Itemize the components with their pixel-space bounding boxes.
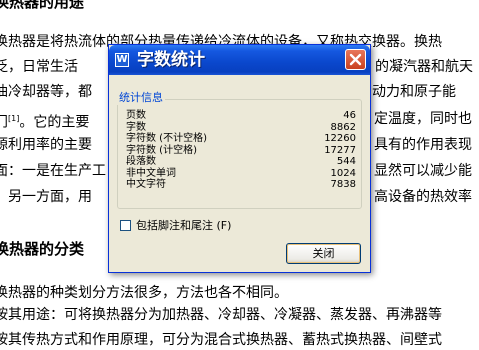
stat-label: 非中文单词 bbox=[126, 167, 176, 179]
stat-value: 7838 bbox=[330, 179, 356, 190]
close-button[interactable]: 关闭 bbox=[286, 243, 361, 264]
word-icon: W bbox=[115, 53, 129, 67]
doc-line: ；另一方面，用 bbox=[0, 189, 92, 205]
stat-value: 544 bbox=[336, 156, 356, 167]
doc-line: 油冷却器等，都 bbox=[0, 84, 92, 100]
stat-value: 46 bbox=[343, 110, 356, 121]
doc-line: 门[1]。它的主要 bbox=[0, 109, 89, 133]
group-label: 统计信息 bbox=[117, 91, 165, 105]
doc-line: 按其用途：可将换热器分为加热器、冷却器、冷凝器、蒸发器、再沸器等 bbox=[0, 307, 442, 323]
stat-row-chinese-chars: 中文字符 7838 bbox=[126, 179, 356, 191]
stat-value: 12260 bbox=[324, 133, 356, 144]
stat-label: 中文字符 bbox=[126, 179, 166, 190]
doc-line: 动力和原子能 bbox=[372, 84, 456, 100]
doc-line: 显然可以减少能 bbox=[374, 163, 472, 179]
doc-text: 门 bbox=[0, 114, 8, 131]
doc-line: 按其传热方式和作用原理，可分为混合式换热器、蓄热式换热器、间壁式 bbox=[0, 332, 442, 348]
stat-row-paragraphs: 段落数 544 bbox=[126, 156, 356, 168]
doc-line: 泛，日常生活 bbox=[0, 59, 78, 75]
doc-line: 换热器的种类划分方法很多，方法也各不相同。 bbox=[0, 285, 288, 301]
doc-line: 具有的作用表现 bbox=[374, 137, 472, 153]
doc-heading-usage: 换热器的用途 bbox=[0, 0, 85, 11]
dialog-title: 字数统计 bbox=[137, 50, 205, 70]
stat-value: 1024 bbox=[330, 167, 356, 179]
stat-row-non-chinese-words: 非中文单词 1024 bbox=[126, 168, 356, 180]
title-close-button[interactable] bbox=[345, 49, 366, 70]
stat-label: 段落数 bbox=[126, 156, 156, 167]
footnote-ref[interactable]: [1] bbox=[8, 114, 19, 123]
stat-value: 8862 bbox=[330, 121, 356, 133]
doc-line: 源利用率的主要 bbox=[0, 137, 92, 153]
doc-line: 的凝汽器和航天 bbox=[375, 59, 473, 75]
stats-list: 页数 46 字数 8862 字符数 (不计空格) 12260 字符数 (计空格)… bbox=[126, 110, 356, 191]
doc-line: 定温度，同时也 bbox=[374, 111, 472, 127]
stat-label: 字符数 (计空格) bbox=[126, 144, 197, 156]
stat-label: 页数 bbox=[126, 110, 146, 121]
doc-heading-classification: 换热器的分类 bbox=[0, 240, 85, 258]
doc-line: 面：一是在生产工 bbox=[0, 163, 106, 179]
stat-value: 17277 bbox=[324, 144, 356, 156]
close-icon bbox=[349, 53, 362, 66]
include-footnotes-checkbox[interactable] bbox=[120, 220, 131, 231]
include-footnotes-label[interactable]: 包括脚注和尾注 (F) bbox=[136, 219, 231, 232]
doc-text: 。它的主要 bbox=[19, 114, 90, 131]
dialog-titlebar[interactable]: W 字数统计 bbox=[109, 45, 370, 75]
stat-label: 字符数 (不计空格) bbox=[126, 133, 207, 144]
stat-row-chars-no-spaces: 字符数 (不计空格) 12260 bbox=[126, 133, 356, 145]
doc-line: 高设备的热效率 bbox=[374, 189, 472, 205]
word-count-dialog: W 字数统计 统计信息 页数 46 字数 8862 字符数 (不计空格) 122… bbox=[108, 44, 371, 273]
stat-row-pages: 页数 46 bbox=[126, 110, 356, 122]
stat-row-chars-with-spaces: 字符数 (计空格) 17277 bbox=[126, 145, 356, 157]
stat-row-words: 字数 8862 bbox=[126, 122, 356, 134]
stat-label: 字数 bbox=[126, 121, 146, 133]
